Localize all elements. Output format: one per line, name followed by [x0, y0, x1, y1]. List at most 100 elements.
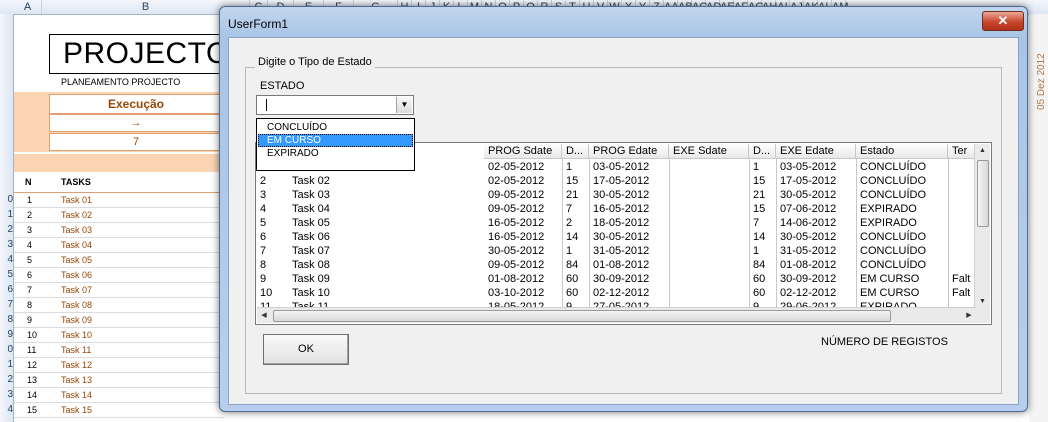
table-cell: 60	[566, 273, 579, 285]
table-cell: 02-12-2012	[780, 287, 837, 299]
dropdown-option-em-curso[interactable]: EM CURSO	[258, 134, 413, 147]
table-cell: Task 05	[292, 217, 330, 229]
task-number-cell[interactable]: 15	[27, 405, 37, 415]
task-name-cell[interactable]: Task 08	[61, 300, 92, 310]
task-name-cell[interactable]: Task 06	[61, 270, 92, 280]
list-column-header[interactable]: D...	[749, 144, 776, 159]
task-name-cell[interactable]: Task 10	[61, 330, 92, 340]
list-column-header[interactable]: Estado	[856, 144, 948, 159]
row-number[interactable]: 2	[0, 223, 14, 237]
row-number[interactable]: 3	[0, 238, 14, 252]
task-name-cell[interactable]: Task 11	[61, 345, 91, 355]
task-number-cell[interactable]: 11	[27, 345, 36, 355]
row-number[interactable]: 2	[0, 373, 14, 387]
project-title-box[interactable]: PROJECTO	[49, 34, 229, 74]
scroll-left-icon[interactable]: ◀	[257, 308, 271, 323]
table-cell: 60	[753, 287, 766, 299]
table-cell: 84	[753, 259, 766, 271]
row-number[interactable]: 8	[0, 313, 14, 327]
value-cell[interactable]: 7	[49, 133, 223, 151]
task-number-cell[interactable]: 9	[27, 315, 32, 325]
task-number-cell[interactable]: 7	[27, 285, 32, 295]
task-name-cell[interactable]: Task 02	[61, 210, 92, 220]
task-name-cell[interactable]: Task 13	[61, 375, 92, 385]
task-name-cell[interactable]: Task 15	[61, 405, 92, 415]
table-cell: 30-05-2012	[780, 231, 837, 243]
list-column-header[interactable]: EXE Edate	[776, 144, 856, 159]
text-caret	[266, 99, 267, 111]
task-name-cell[interactable]: Task 07	[61, 285, 92, 295]
estado-combobox[interactable]: ▼	[256, 95, 414, 115]
row-number[interactable]: 4	[0, 253, 14, 267]
task-number-cell[interactable]: 2	[27, 210, 32, 220]
list-column-header[interactable]: PROG Edate	[589, 144, 669, 159]
close-button[interactable]: ✕	[982, 11, 1024, 31]
table-cell: 60	[566, 287, 579, 299]
dropdown-option-concluido[interactable]: CONCLUÍDO	[258, 121, 413, 134]
row-number[interactable]: 1	[0, 358, 14, 372]
task-name-cell[interactable]: Task 03	[61, 225, 92, 235]
arrow-cell[interactable]: →	[49, 114, 223, 132]
table-cell: 09-05-2012	[488, 189, 545, 201]
row-number[interactable]: 7	[0, 298, 14, 312]
table-cell: 1	[753, 161, 760, 173]
task-number-cell[interactable]: 3	[27, 225, 32, 235]
table-cell: Task 03	[292, 189, 330, 201]
chevron-down-icon[interactable]: ▼	[396, 97, 412, 113]
estado-label: ESTADO	[260, 80, 305, 92]
table-cell: 30-05-2012	[593, 231, 650, 243]
scroll-down-icon[interactable]: ▼	[975, 295, 990, 309]
list-column-header[interactable]: EXE Sdate	[669, 144, 749, 159]
row-number[interactable]: 0	[0, 343, 14, 357]
table-cell: 2	[566, 217, 573, 229]
row-number[interactable]: 4	[0, 403, 14, 417]
vertical-scroll-thumb[interactable]	[977, 160, 989, 227]
task-number-cell[interactable]: 5	[27, 255, 32, 265]
table-cell: 1	[753, 245, 760, 257]
table-cell: 10	[260, 287, 273, 299]
execucao-cell[interactable]: Execução	[49, 94, 223, 114]
horizontal-scrollbar[interactable]: ◀ ▶	[257, 307, 976, 323]
task-name-cell[interactable]: Task 01	[61, 195, 92, 205]
row-number[interactable]: 1	[0, 208, 14, 222]
task-name-cell[interactable]: Task 04	[61, 240, 92, 250]
task-name-cell[interactable]: Task 05	[61, 255, 92, 265]
task-number-cell[interactable]: 10	[27, 330, 37, 340]
task-number-cell[interactable]: 13	[27, 375, 37, 385]
table-cell: 01-08-2012	[593, 259, 650, 271]
task-name-cell[interactable]: Task 12	[61, 360, 92, 370]
scroll-up-icon[interactable]: ▲	[975, 144, 990, 158]
table-cell: Task 09	[292, 273, 330, 285]
table-cell: 9	[260, 273, 267, 285]
task-number-cell[interactable]: 1	[27, 195, 32, 205]
scroll-right-icon[interactable]: ▶	[962, 308, 976, 323]
project-title: PROJECTO	[63, 37, 230, 70]
row-number[interactable]: 5	[0, 268, 14, 282]
horizontal-scroll-thumb[interactable]	[273, 310, 891, 322]
ok-button[interactable]: OK	[263, 334, 349, 365]
vertical-scrollbar[interactable]: ▲ ▼	[974, 144, 990, 309]
task-number-cell[interactable]: 8	[27, 300, 32, 310]
table-cell: 15	[566, 175, 579, 187]
table-cell: 15	[753, 175, 766, 187]
task-number-cell[interactable]: 12	[27, 360, 37, 370]
task-name-cell[interactable]: Task 09	[61, 315, 92, 325]
task-number-cell[interactable]: 14	[27, 390, 37, 400]
column-header-a[interactable]: A	[14, 0, 42, 14]
row-number[interactable]: 3	[0, 388, 14, 402]
task-number-cell[interactable]: 4	[27, 240, 32, 250]
estado-dropdown-list[interactable]: CONCLUÍDO EM CURSO EXPIRADO	[256, 118, 415, 171]
row-number[interactable]: 0	[0, 193, 14, 207]
grid-line	[14, 342, 224, 343]
row-number[interactable]: 9	[0, 328, 14, 342]
grid-line	[14, 417, 224, 418]
list-column-header[interactable]: PROG Sdate	[484, 144, 562, 159]
dropdown-option-expirado[interactable]: EXPIRADO	[258, 147, 413, 160]
row-number[interactable]: 6	[0, 283, 14, 297]
grid-line	[14, 372, 224, 373]
list-column-header[interactable]: D...	[562, 144, 589, 159]
grid-line	[14, 207, 224, 208]
task-name-cell[interactable]: Task 14	[61, 390, 92, 400]
table-cell: 2	[260, 175, 267, 187]
task-number-cell[interactable]: 6	[27, 270, 32, 280]
